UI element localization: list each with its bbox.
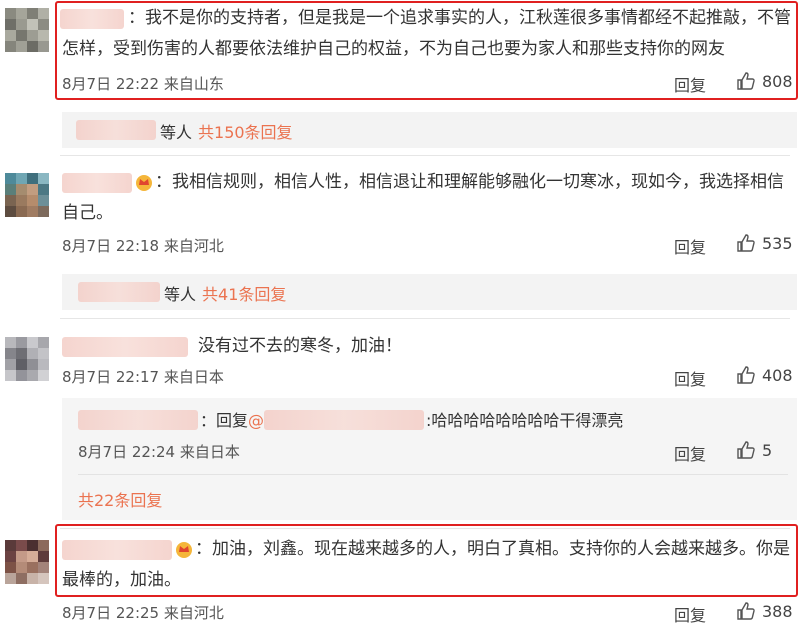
reply-button[interactable]: 回复 bbox=[674, 602, 706, 626]
reply-count-link[interactable]: 共22条回复 bbox=[78, 487, 162, 511]
sub-reply-reply-button[interactable]: 回复 bbox=[674, 441, 706, 465]
thumbs-up-icon bbox=[737, 366, 755, 384]
comment-meta: 8月7日 22:17 来自日本 bbox=[62, 368, 224, 386]
highlight-box bbox=[55, 1, 798, 100]
comment-meta: 8月7日 22:18 来自河北 bbox=[62, 237, 224, 255]
sub-reply-text: :哈哈哈哈哈哈哈哈干得漂亮 bbox=[426, 411, 624, 430]
mention-at[interactable]: @ bbox=[248, 405, 264, 436]
thumbs-up-icon bbox=[737, 234, 755, 252]
username-redacted[interactable] bbox=[78, 410, 198, 430]
username-redacted[interactable] bbox=[78, 282, 160, 302]
comment-text: ：我相信规则，相信人性，相信退让和理解能够融化一切寒冰，现如今，我选择相信 bbox=[155, 172, 784, 192]
sub-reply-divider bbox=[78, 474, 788, 475]
mention-username-redacted[interactable] bbox=[264, 410, 424, 430]
avatar[interactable] bbox=[5, 173, 49, 217]
like-count: 408 bbox=[762, 365, 793, 385]
thumbs-up-icon bbox=[737, 602, 755, 620]
member-crown-icon bbox=[136, 175, 152, 191]
reply-count-link[interactable]: 共150条回复 bbox=[198, 119, 293, 143]
sub-reply-prefix: ：回复 bbox=[200, 411, 249, 430]
avatar[interactable] bbox=[5, 8, 49, 52]
username-redacted[interactable] bbox=[62, 337, 188, 357]
divider bbox=[60, 318, 790, 319]
like-button[interactable]: 388 bbox=[736, 601, 793, 621]
username-redacted[interactable] bbox=[76, 120, 156, 140]
like-count: 388 bbox=[762, 601, 793, 621]
comment-text-line2: 自己。 bbox=[62, 203, 113, 223]
replies-summary[interactable]: 等人 共150条回复 bbox=[160, 119, 293, 143]
like-button[interactable]: 535 bbox=[736, 233, 793, 253]
comment-text: 没有过不去的寒冬，加油！ bbox=[198, 336, 402, 356]
reply-button[interactable]: 回复 bbox=[674, 366, 706, 390]
username-redacted[interactable] bbox=[62, 173, 132, 193]
highlight-box bbox=[55, 524, 798, 597]
sub-reply-meta: 8月7日 22:24 来自日本 bbox=[78, 443, 240, 461]
thumbs-up-icon bbox=[737, 441, 755, 459]
like-count: 5 bbox=[762, 440, 773, 460]
avatar[interactable] bbox=[5, 337, 49, 381]
reply-button[interactable]: 回复 bbox=[674, 234, 706, 258]
like-count: 535 bbox=[762, 233, 793, 253]
avatar[interactable] bbox=[5, 540, 49, 584]
like-button[interactable]: 408 bbox=[736, 365, 793, 385]
replies-suffix: 等人 bbox=[164, 285, 197, 304]
reply-count-link[interactable]: 共41条回复 bbox=[202, 281, 286, 305]
replies-summary[interactable]: 等人 共41条回复 bbox=[164, 281, 286, 305]
replies-suffix: 等人 bbox=[160, 123, 193, 142]
divider bbox=[60, 155, 790, 156]
comment-meta: 8月7日 22:25 来自河北 bbox=[62, 604, 224, 622]
sub-reply-like-button[interactable]: 5 bbox=[736, 440, 772, 460]
replies-summary[interactable]: 共22条回复 bbox=[78, 487, 162, 511]
